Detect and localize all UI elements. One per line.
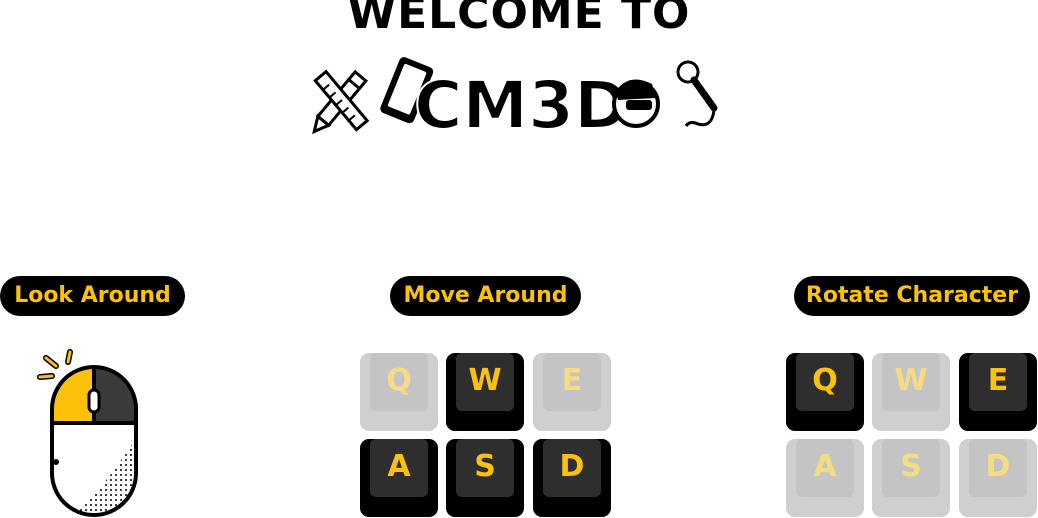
- key-label: E: [969, 353, 1027, 411]
- move-key-e: E: [533, 353, 611, 431]
- cm3d-logo: CM3D: [312, 57, 718, 136]
- rotate-key-s: S: [872, 439, 950, 517]
- rotate-character-label: Rotate Character: [794, 276, 1030, 316]
- rotate-key-e: E: [959, 353, 1037, 431]
- key-label: Q: [796, 353, 854, 411]
- logo-wordmark: CM3D: [414, 67, 629, 136]
- key-label: D: [543, 439, 601, 497]
- key-label: A: [796, 439, 854, 497]
- key-label: S: [456, 439, 514, 497]
- microphone-icon: [676, 60, 718, 127]
- rotate-key-w: W: [872, 353, 950, 431]
- rotate-key-q: Q: [786, 353, 864, 431]
- move-key-s: S: [446, 439, 524, 517]
- welcome-heading: WELCOME TO: [347, 0, 691, 39]
- move-key-q: Q: [360, 353, 438, 431]
- key-label: W: [882, 353, 940, 411]
- move-key-a: A: [360, 439, 438, 517]
- face-icon: [612, 79, 660, 128]
- move-key-w: W: [446, 353, 524, 431]
- key-label: A: [370, 439, 428, 497]
- mouse-icon: [37, 349, 138, 517]
- key-label: D: [969, 439, 1027, 497]
- key-label: S: [882, 439, 940, 497]
- move-around-label: Move Around: [390, 276, 581, 316]
- key-label: W: [456, 353, 514, 411]
- rotate-key-a: A: [786, 439, 864, 517]
- rotate-key-d: D: [959, 439, 1037, 517]
- look-around-label: Look Around: [0, 276, 185, 316]
- key-label: Q: [370, 353, 428, 411]
- move-key-d: D: [533, 439, 611, 517]
- key-label: E: [543, 353, 601, 411]
